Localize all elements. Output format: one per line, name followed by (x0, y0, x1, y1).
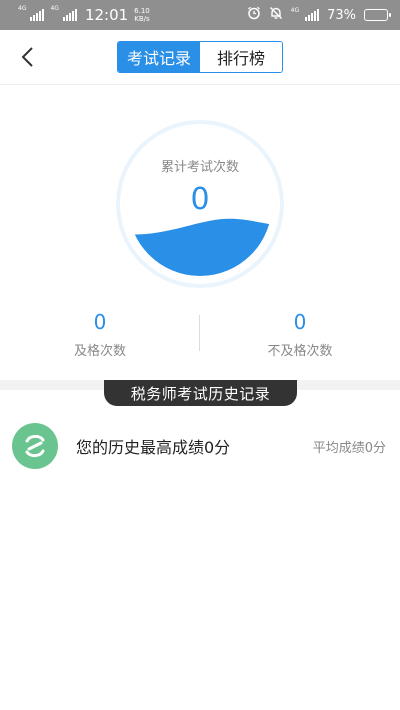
tab-exam-records[interactable]: 考试记录 (118, 42, 200, 72)
status-bar: 4G 4G 12:01 6.10 KB/s 4G 73% (0, 0, 400, 30)
mute-bell-icon (269, 6, 283, 24)
status-left: 4G 4G 12:01 6.10 KB/s (18, 5, 150, 25)
network-type-1: 4G (18, 5, 27, 12)
section-bar: 税务师考试历史记录 (0, 380, 400, 406)
network-type-2: 4G (50, 5, 59, 12)
exam-count-gauge: 累计考试次数 0 (116, 120, 284, 288)
signal-icon-3 (305, 9, 320, 21)
status-right: 4G 73% (247, 6, 391, 24)
fail-count-value: 0 (293, 310, 307, 334)
best-score-text: 您的历史最高成绩0分 (76, 438, 231, 457)
signal-icon (30, 9, 45, 21)
app-logo-icon (12, 423, 58, 469)
fail-stat: 0 不及格次数 (200, 310, 400, 359)
network-speed: 6.10 KB/s (134, 7, 150, 23)
logo-mark (25, 434, 45, 458)
network-type-3: 4G (290, 7, 300, 14)
alarm-icon (247, 6, 261, 24)
total-exams-value: 0 (190, 182, 210, 217)
clock-time: 12:01 (84, 6, 129, 24)
nav-bar: 考试记录 排行榜 (0, 30, 400, 84)
tab-switcher: 考试记录 排行榜 (117, 41, 283, 73)
battery-percent: 73% (327, 7, 356, 23)
stats-card: 累计考试次数 0 0 及格次数 0 不及格次数 (0, 84, 400, 380)
tab-ranking[interactable]: 排行榜 (200, 42, 282, 72)
back-button[interactable] (12, 42, 42, 72)
history-summary-row[interactable]: 您的历史最高成绩0分 平均成绩0分 (0, 410, 400, 482)
average-score-text: 平均成绩0分 (312, 440, 386, 456)
pass-count-label: 及格次数 (73, 344, 126, 359)
network-speed-unit: KB/s (134, 15, 150, 23)
signal-icon-2 (62, 9, 77, 21)
network-speed-value: 6.10 (134, 7, 150, 15)
total-exams-label: 累计考试次数 (160, 160, 239, 175)
chevron-left-icon (21, 47, 33, 67)
pass-count-value: 0 (93, 310, 107, 334)
history-section-title: 税务师考试历史记录 (104, 380, 297, 406)
pass-stat: 0 及格次数 (0, 310, 200, 359)
battery-icon (364, 9, 391, 21)
fail-count-label: 不及格次数 (267, 344, 333, 359)
